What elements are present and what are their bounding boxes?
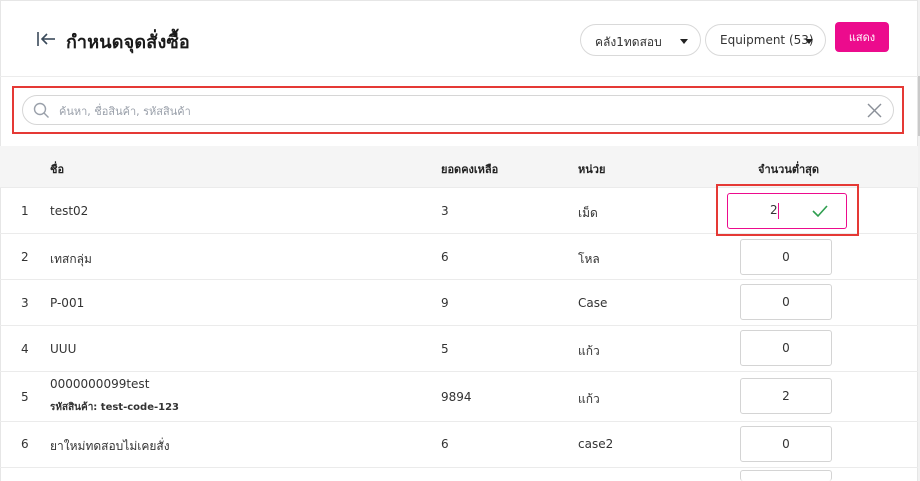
unit-value: Case bbox=[578, 296, 608, 310]
product-name: UUU bbox=[50, 342, 77, 356]
category-select[interactable]: Equipment (53) bbox=[705, 24, 826, 56]
close-icon[interactable] bbox=[867, 103, 882, 118]
min-qty-input-partial[interactable] bbox=[740, 470, 832, 481]
unit-value: เม็ด bbox=[578, 206, 598, 220]
table-header: ชื่อ ยอดคงเหลือ หน่วย จำนวนต่ำสุด bbox=[0, 146, 918, 188]
balance-value: 9 bbox=[441, 296, 449, 310]
min-qty-input[interactable]: 0 bbox=[740, 426, 832, 462]
column-header-balance[interactable]: ยอดคงเหลือ bbox=[441, 160, 498, 178]
min-qty-input[interactable]: 0 bbox=[740, 239, 832, 275]
search-highlight bbox=[12, 86, 904, 134]
min-qty-input-active[interactable]: 2 bbox=[727, 193, 847, 229]
unit-value: โหล bbox=[578, 252, 600, 266]
table-row: 3 P-001 9 Case 0 bbox=[0, 280, 918, 326]
row-number: 2 bbox=[21, 250, 29, 264]
column-header-min-qty[interactable]: จำนวนต่ำสุด bbox=[758, 160, 819, 178]
row-number: 3 bbox=[21, 296, 29, 310]
table-row: 5 0000000099test รหัสสินค้า: test-code-1… bbox=[0, 372, 918, 422]
unit-value: แก้ว bbox=[578, 344, 600, 358]
category-select-value: Equipment (53) bbox=[720, 33, 814, 47]
page-title: กำหนดจุดสั่งซื้อ bbox=[66, 32, 190, 53]
product-code: รหัสสินค้า: test-code-123 bbox=[50, 402, 179, 413]
text-cursor bbox=[778, 203, 779, 219]
product-name: 0000000099test bbox=[50, 377, 150, 391]
warehouse-select-value: คลัง1ทดสอบ bbox=[595, 35, 662, 49]
column-header-unit[interactable]: หน่วย bbox=[578, 160, 605, 178]
back-arrow-icon[interactable] bbox=[36, 29, 56, 49]
balance-value: 5 bbox=[441, 342, 449, 356]
unit-value: case2 bbox=[578, 437, 614, 451]
chevron-down-icon bbox=[680, 39, 688, 44]
row-number: 5 bbox=[21, 390, 29, 404]
balance-value: 3 bbox=[441, 204, 449, 218]
row-number: 6 bbox=[21, 437, 29, 451]
table-row: 2 เทสกลุ่ม 6 โหล 0 bbox=[0, 234, 918, 280]
product-name: test02 bbox=[50, 204, 89, 218]
table-row: 6 ยาใหม่ทดสอบไม่เคยสั่ง 6 case2 0 bbox=[0, 422, 918, 468]
balance-value: 9894 bbox=[441, 390, 472, 404]
check-icon[interactable] bbox=[812, 204, 828, 218]
balance-value: 6 bbox=[441, 250, 449, 264]
header-divider bbox=[0, 76, 918, 77]
show-button[interactable]: แสดง bbox=[835, 22, 889, 52]
search-box[interactable] bbox=[22, 95, 894, 125]
chevron-down-icon bbox=[805, 39, 813, 44]
product-name: ยาใหม่ทดสอบไม่เคยสั่ง bbox=[50, 439, 170, 453]
search-icon bbox=[33, 102, 49, 118]
unit-value: แก้ว bbox=[578, 392, 600, 406]
min-qty-input[interactable]: 2 bbox=[740, 378, 832, 414]
row-number: 4 bbox=[21, 342, 29, 356]
warehouse-select[interactable]: คลัง1ทดสอบ bbox=[580, 24, 701, 56]
column-header-name[interactable]: ชื่อ bbox=[50, 160, 64, 178]
product-name: เทสกลุ่ม bbox=[50, 252, 92, 266]
balance-value: 6 bbox=[441, 437, 449, 451]
product-name: P-001 bbox=[50, 296, 85, 310]
row-number: 1 bbox=[21, 204, 29, 218]
min-qty-input[interactable]: 0 bbox=[740, 284, 832, 320]
min-qty-input-value: 2 bbox=[770, 203, 778, 217]
min-qty-input[interactable]: 0 bbox=[740, 330, 832, 366]
search-input[interactable] bbox=[57, 100, 861, 122]
min-qty-edit-highlight: 2 bbox=[716, 184, 859, 236]
table-row: 4 UUU 5 แก้ว 0 bbox=[0, 326, 918, 372]
